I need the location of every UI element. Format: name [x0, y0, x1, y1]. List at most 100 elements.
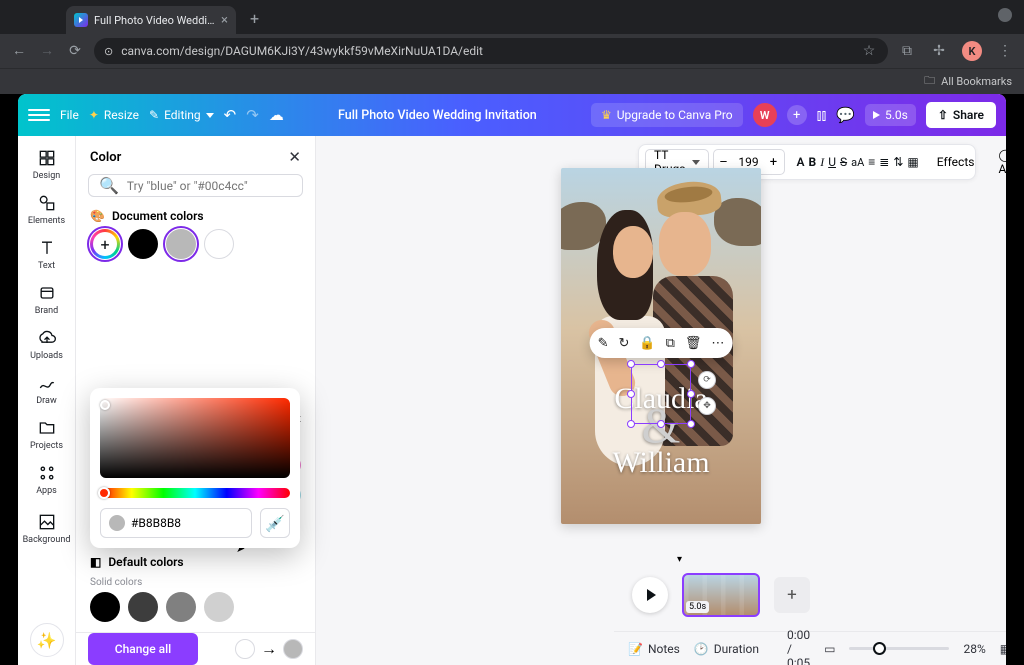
close-panel-icon[interactable]: ✕ [288, 148, 301, 166]
color-swatch[interactable] [166, 592, 196, 622]
file-menu[interactable]: File [60, 108, 79, 122]
increase-size-button[interactable]: + [764, 150, 784, 174]
add-page-button[interactable]: + [774, 577, 810, 613]
text-color-button[interactable]: A [797, 155, 805, 169]
canvas-area[interactable]: TT Drugs – 199 + A B I U S aA ≡ ≣ ⇅ ▦ Ef… [316, 136, 1006, 665]
rail-projects[interactable]: Projects [18, 414, 75, 455]
document-title[interactable]: Full Photo Video Wedding Invitation [338, 108, 537, 123]
rail-draw[interactable]: Draw [18, 369, 75, 410]
browser-menu-icon[interactable]: ⋮ [996, 44, 1014, 58]
add-color-swatch[interactable]: + [90, 229, 120, 259]
notes-button[interactable]: 📝Notes [628, 642, 680, 656]
transparency-button[interactable]: ▦ [907, 155, 918, 169]
selection-box[interactable]: ⟳ ✥ [631, 364, 691, 424]
color-swatch[interactable] [204, 229, 234, 259]
spacing-button[interactable]: ⇅ [893, 155, 903, 169]
grid-view-icon[interactable]: ▦ [1000, 642, 1006, 656]
delete-icon[interactable]: 🗑 [685, 336, 702, 351]
rail-elements[interactable]: Elements [18, 189, 75, 230]
lock-icon[interactable]: 🔒 [639, 336, 655, 351]
color-swatch[interactable] [128, 592, 158, 622]
magic-edit-icon[interactable]: ✎ [598, 336, 609, 351]
strikethrough-button[interactable]: S [840, 155, 847, 169]
hue-handle[interactable] [98, 487, 110, 499]
font-size-value[interactable]: 199 [734, 155, 764, 169]
text-name-2[interactable]: William [612, 446, 709, 480]
change-all-button[interactable]: Change all [88, 633, 198, 665]
window-control-icon[interactable] [998, 8, 1012, 22]
zoom-slider[interactable] [849, 647, 949, 650]
forward-icon[interactable]: → [38, 44, 56, 58]
anthropic-icon[interactable]: ✢ [930, 44, 948, 58]
resize-handle[interactable] [657, 420, 665, 428]
resize-handle[interactable] [687, 360, 695, 368]
extensions-icon[interactable]: ⧉ [898, 44, 916, 58]
color-search[interactable]: 🔍 [88, 174, 303, 197]
sync-icon[interactable]: ↻ [619, 336, 630, 351]
underline-button[interactable]: U [828, 155, 836, 169]
share-button[interactable]: ⇧Share [926, 102, 996, 128]
hue-slider[interactable] [100, 488, 290, 498]
eyedropper-button[interactable]: 💉 [260, 508, 290, 538]
rail-apps[interactable]: Apps [18, 459, 75, 500]
menu-hamburger-icon[interactable] [28, 109, 50, 121]
new-tab-button[interactable]: + [250, 9, 259, 28]
cloud-sync-icon[interactable]: ☁ [269, 106, 284, 124]
magic-button[interactable]: ✨ [30, 623, 64, 657]
rail-brand[interactable]: Brand [18, 279, 75, 320]
back-icon[interactable]: ← [10, 44, 28, 58]
animate-button[interactable]: ◯ Animate [992, 148, 1006, 176]
rotate-handle[interactable]: ⟳ [698, 371, 716, 389]
profile-avatar[interactable]: K [962, 41, 982, 61]
zoom-value[interactable]: 28% [963, 642, 985, 656]
undo-icon[interactable]: ↶ [224, 106, 237, 124]
resize-handle[interactable] [657, 360, 665, 368]
bookmark-star-icon[interactable]: ☆ [860, 44, 878, 58]
close-tab-icon[interactable]: × [221, 13, 228, 28]
preview-play-button[interactable]: 5.0s [865, 104, 916, 126]
search-input[interactable] [127, 179, 292, 193]
site-info-icon[interactable]: ⊙ [104, 45, 113, 58]
bold-button[interactable]: B [809, 155, 817, 169]
add-collaborator-button[interactable]: + [787, 105, 807, 125]
italic-button[interactable]: I [820, 155, 824, 170]
effects-button[interactable]: Effects [931, 155, 981, 169]
resize-button[interactable]: ✦Resize [89, 108, 139, 122]
browser-tab[interactable]: Full Photo Video Wedding Inv × [66, 6, 236, 34]
upgrade-button[interactable]: ♛Upgrade to Canva Pro [591, 103, 743, 127]
color-swatch[interactable] [204, 592, 234, 622]
move-handle[interactable]: ✥ [698, 397, 716, 415]
more-icon[interactable]: ⋯ [711, 336, 724, 351]
reload-icon[interactable]: ⟳ [66, 44, 84, 58]
resize-handle[interactable] [687, 420, 695, 428]
resize-handle[interactable] [687, 390, 695, 398]
list-button[interactable]: ≣ [879, 155, 889, 169]
hex-input[interactable]: #B8B8B8 [100, 508, 252, 538]
color-swatch[interactable] [128, 229, 158, 259]
resize-handle[interactable] [627, 390, 635, 398]
align-button[interactable]: ≡ [868, 155, 875, 169]
saturation-value-area[interactable] [100, 398, 290, 478]
zoom-handle[interactable] [873, 642, 886, 655]
text-case-button[interactable]: aA [851, 156, 864, 169]
pages-view-icon[interactable]: ▭ [824, 642, 835, 656]
duration-button[interactable]: 🕑Duration [694, 642, 759, 656]
editing-mode[interactable]: ✎Editing [149, 108, 214, 122]
all-bookmarks-link[interactable]: All Bookmarks [941, 75, 1012, 88]
timeline-frame[interactable]: 5.0s [682, 573, 760, 617]
resize-handle[interactable] [627, 360, 635, 368]
rail-background[interactable]: Background [18, 508, 75, 549]
duplicate-icon[interactable]: ⧉ [666, 336, 675, 351]
color-swatch[interactable] [90, 592, 120, 622]
rail-text[interactable]: Text [18, 234, 75, 275]
sv-handle[interactable] [100, 400, 110, 410]
comment-icon[interactable]: 💬 [836, 106, 855, 124]
analytics-icon[interactable]: ⫾⫾ [817, 106, 827, 124]
resize-handle[interactable] [627, 420, 635, 428]
rail-design[interactable]: Design [18, 144, 75, 185]
redo-icon[interactable]: ↷ [246, 106, 259, 124]
color-swatch-selected[interactable] [166, 229, 196, 259]
collaborator-avatar[interactable]: W [753, 103, 777, 127]
timeline-play-button[interactable] [632, 577, 668, 613]
rail-uploads[interactable]: Uploads [18, 324, 75, 365]
